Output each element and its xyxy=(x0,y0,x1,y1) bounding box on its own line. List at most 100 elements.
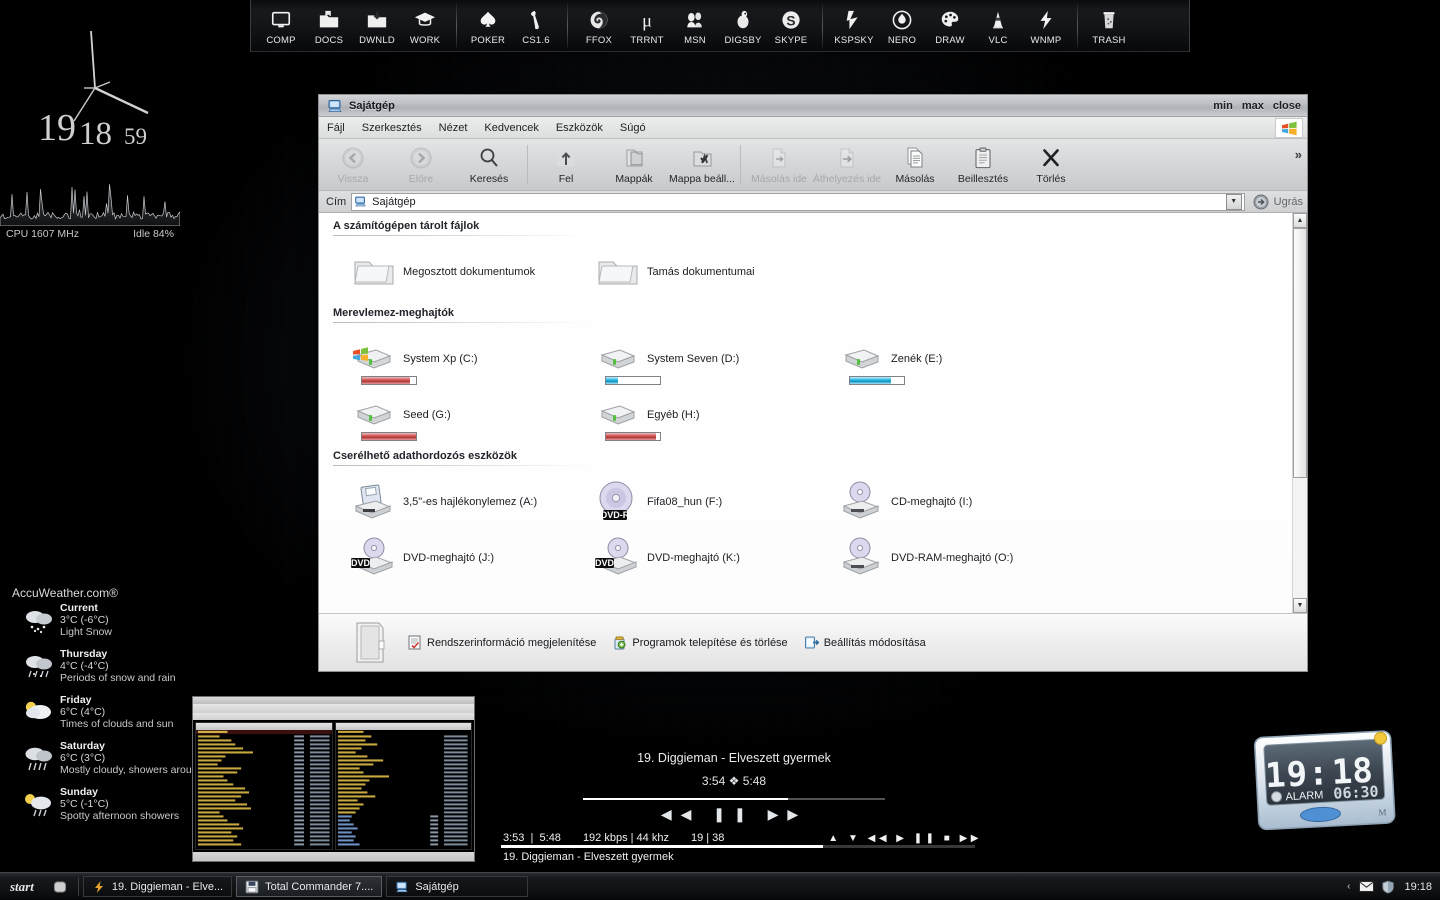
application-dock[interactable]: COMP DOCS DWNLD WORK POKER CS1.6 FFOX μ TRRNT MSN… xyxy=(250,0,1190,52)
address-bar[interactable]: Cím Sajátgép ▼ Ugrás xyxy=(319,191,1307,213)
menu-item-s-g-[interactable]: Súgó xyxy=(620,122,646,134)
drive-item[interactable]: Egyéb (H:) xyxy=(593,387,837,443)
taskbar-button[interactable]: Sajátgép xyxy=(386,876,529,897)
menu-item-kedvencek[interactable]: Kedvencek xyxy=(484,122,538,134)
drive-item[interactable]: System Seven (D:) xyxy=(593,331,837,387)
toolbar-button-beilleszt-s[interactable]: Beillesztés xyxy=(949,139,1017,190)
status-link[interactable]: Beállítás módosítása xyxy=(804,635,926,650)
toolbar-button-t-rl-s[interactable]: Törlés xyxy=(1017,139,1085,190)
toolbar-button-label: Keresés xyxy=(469,172,509,185)
maximize-button[interactable]: max xyxy=(1242,100,1264,112)
menu-item-eszk-z-k[interactable]: Eszközök xyxy=(556,122,603,134)
start-button[interactable]: start xyxy=(0,874,46,900)
tc-function-keys[interactable] xyxy=(193,852,474,861)
menu-item-szerkeszt-s[interactable]: Szerkesztés xyxy=(362,122,422,134)
dock-item-label: MSN xyxy=(684,35,706,46)
menu-bar[interactable]: Fájl Szerkesztés Nézet Kedvencek Eszközök Súg… xyxy=(319,117,1307,139)
scroll-down-icon[interactable]: ▼ xyxy=(1293,598,1307,613)
toolbar-button-vissza: Vissza xyxy=(319,139,387,190)
dock-item-wnmp[interactable]: WNMP xyxy=(1022,2,1070,46)
toolbar-button-mappa-be-ll[interactable]: Mappa beáll... xyxy=(668,139,736,190)
toolbar-button-keres-s[interactable]: Keresés xyxy=(455,139,523,190)
dock-item-docs[interactable]: DOCS xyxy=(305,2,353,46)
drive-item[interactable]: System Xp (C:) xyxy=(349,331,593,387)
tc-right-pane[interactable] xyxy=(334,722,472,850)
minimize-button[interactable]: min xyxy=(1213,100,1233,112)
scroll-up-icon[interactable]: ▲ xyxy=(1293,213,1307,228)
dock-item-trrnt[interactable]: μ TRRNT xyxy=(623,2,671,46)
taskbar-clock[interactable]: 19:18 xyxy=(1404,881,1432,893)
messenger-icon xyxy=(684,7,706,33)
close-button[interactable]: close xyxy=(1273,100,1301,112)
chevron-down-icon[interactable]: ▼ xyxy=(1225,193,1242,210)
player-seek-bar[interactable] xyxy=(501,845,975,848)
dock-item-trash[interactable]: TRASH xyxy=(1085,2,1133,46)
dock-item-nero[interactable]: NERO xyxy=(878,2,926,46)
status-strip[interactable]: Rendszerinformáció megjelenítése Programo… xyxy=(319,613,1307,671)
dock-item-vlc[interactable]: VLC xyxy=(974,2,1022,46)
mail-icon[interactable] xyxy=(1358,879,1374,895)
dock-item-comp[interactable]: COMP xyxy=(257,2,305,46)
dock-item-label: TRASH xyxy=(1092,35,1126,46)
file-list-pane[interactable]: A számítógépen tárolt fájlok Megosztott d… xyxy=(319,213,1292,613)
dock-item-poker[interactable]: POKER xyxy=(464,2,512,46)
dock-item-msn[interactable]: MSN xyxy=(671,2,719,46)
drive-item[interactable]: Tamás dokumentumai xyxy=(593,244,837,300)
toolbar-button-fel[interactable]: Fel xyxy=(532,139,600,190)
drive-item[interactable]: DVD-R Fifa08_hun (F:) xyxy=(593,474,837,530)
toolbar[interactable]: Vissza Előre Keresés Fel Mappák Mappa beáll..… xyxy=(319,139,1307,191)
drive-item[interactable]: CD-meghajtó (I:) xyxy=(837,474,1081,530)
drive-item[interactable]: DVD DVD-meghajtó (J:) xyxy=(349,530,593,586)
dock-item-kspsky[interactable]: KSPSKY xyxy=(830,2,878,46)
dock-item-digsby[interactable]: DIGSBY xyxy=(719,2,767,46)
scrollbar-track[interactable] xyxy=(1293,228,1307,598)
taskbar[interactable]: start 19. Diggieman - Elve... Total Comma… xyxy=(0,872,1440,900)
media-player-overlay[interactable]: 19. Diggieman - Elveszett gyermek 3:54 ❖… xyxy=(478,742,990,872)
vertical-scrollbar[interactable]: ▲ ▼ xyxy=(1292,213,1307,613)
dock-item-ffox[interactable]: FFOX xyxy=(575,2,623,46)
system-tray[interactable]: ‹ 19:18 xyxy=(1347,879,1440,895)
player-transport-controls[interactable]: ▲ ▼ ◀◀ ▶ ❚❚ ■ ▶▶ xyxy=(828,833,982,844)
drive-capacity-bar xyxy=(605,376,661,385)
address-input[interactable]: Sajátgép ▼ xyxy=(351,192,1245,211)
player-main-controls[interactable]: ◀◀ ❚❚ ▶▶ xyxy=(478,800,990,823)
menu-item-f-jl[interactable]: Fájl xyxy=(327,122,345,134)
move-to-icon xyxy=(835,145,859,171)
taskbar-button[interactable]: Total Commander 7.... xyxy=(236,876,383,897)
dock-item-cs1-6[interactable]: CS1.6 xyxy=(512,2,560,46)
drive-item[interactable]: Seed (G:) xyxy=(349,387,593,443)
tc-left-pane[interactable] xyxy=(195,722,333,850)
go-label: Ugrás xyxy=(1273,195,1303,208)
toolbar-button-mapp-k[interactable]: Mappák xyxy=(600,139,668,190)
menu-item-n-zet[interactable]: Nézet xyxy=(439,122,468,134)
explorer-window[interactable]: Sajátgép min max close Fájl Szerkesztés Né… xyxy=(318,94,1308,672)
totalcommander-thumbnail-window[interactable] xyxy=(192,696,475,862)
taskbar-button[interactable]: 19. Diggieman - Elve... xyxy=(82,876,233,897)
drive-item[interactable]: DVD DVD-meghajtó (K:) xyxy=(593,530,837,586)
toolbar-button-label: Mappák xyxy=(615,172,653,185)
dock-item-draw[interactable]: DRAW xyxy=(926,2,974,46)
dock-item-dwnld[interactable]: DWNLD xyxy=(353,2,401,46)
window-titlebar[interactable]: Sajátgép min max close xyxy=(319,95,1307,117)
drive-item-label: DVD-meghajtó (J:) xyxy=(403,552,495,564)
drive-item[interactable]: Megosztott dokumentumok xyxy=(349,244,593,300)
tc-right-header xyxy=(335,723,471,730)
dock-item-work[interactable]: WORK xyxy=(401,2,449,46)
status-link[interactable]: Programok telepítése és törlése xyxy=(612,635,788,650)
toolbar-overflow-icon[interactable]: » xyxy=(1295,147,1302,162)
tray-expand-chevron-icon[interactable]: ‹ xyxy=(1347,881,1350,892)
player-progress-bar[interactable] xyxy=(583,798,885,800)
drive-item[interactable]: 3,5"-es hajlékonylemez (A:) xyxy=(349,474,593,530)
show-desktop-icon[interactable] xyxy=(52,879,68,895)
scrollbar-thumb[interactable] xyxy=(1293,228,1307,478)
drive-item[interactable]: Zenék (E:) xyxy=(837,331,1081,387)
shield-icon[interactable] xyxy=(1380,879,1396,895)
quick-launch[interactable] xyxy=(46,879,74,895)
dock-item-skype[interactable]: S SKYPE xyxy=(767,2,815,46)
toolbar-button-m-sol-s[interactable]: Másolás xyxy=(881,139,949,190)
drive-item[interactable]: DVD-RAM-meghajtó (O:) xyxy=(837,530,1081,586)
mycomputer-icon xyxy=(355,196,366,207)
go-button[interactable]: Ugrás xyxy=(1253,194,1303,210)
status-link[interactable]: Rendszerinformáció megjelenítése xyxy=(407,635,596,650)
dock-item-label: COMP xyxy=(266,35,296,46)
